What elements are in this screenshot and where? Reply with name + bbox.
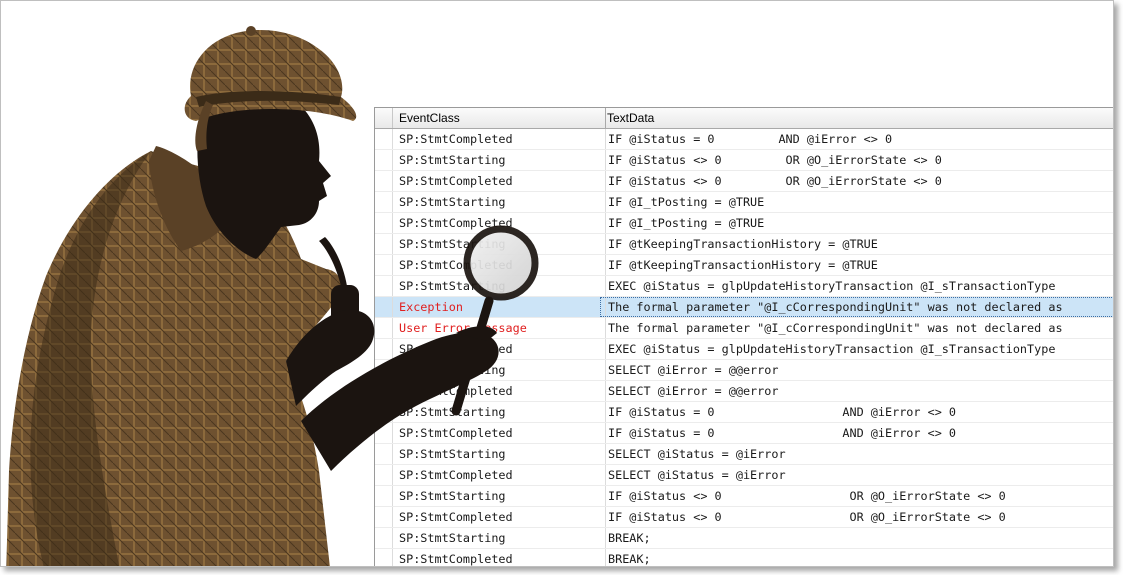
cell-eventclass: SP:StmtStarting	[393, 192, 606, 212]
pipe-icon	[319, 237, 359, 335]
table-row[interactable]: Exception The formal parameter "@I_cCorre…	[375, 297, 1113, 318]
cell-eventclass: SP:StmtStarting	[393, 402, 606, 422]
cell-eventclass: SP:StmtCompleted	[393, 129, 606, 149]
row-gutter[interactable]	[375, 465, 393, 485]
cell-eventclass: SP:StmtCompleted	[393, 339, 606, 359]
table-row[interactable]: SP:StmtStarting SELECT @iError = @@error	[375, 360, 1113, 381]
cell-eventclass: User Error Message	[393, 318, 606, 338]
grid-rows: SP:StmtCompleted IF @iStatus = 0 AND @iEr…	[375, 129, 1113, 566]
row-gutter[interactable]	[375, 549, 393, 566]
cell-textdata: IF @iStatus <> 0 OR @O_iErrorState <> 0	[608, 153, 942, 167]
table-row[interactable]: SP:StmtCompleted EXEC @iStatus = glpUpdat…	[375, 339, 1113, 360]
table-row[interactable]: SP:StmtCompleted IF @iStatus = 0 AND @iEr…	[375, 129, 1113, 150]
row-gutter[interactable]	[375, 444, 393, 464]
table-row[interactable]: SP:StmtCompleted IF @iStatus <> 0 OR @O_i…	[375, 171, 1113, 192]
row-gutter[interactable]	[375, 528, 393, 548]
table-row[interactable]: SP:StmtCompleted IF @iStatus = 0 AND @iEr…	[375, 423, 1113, 444]
table-row[interactable]: SP:StmtCompleted BREAK;	[375, 549, 1113, 566]
table-row[interactable]: SP:StmtCompleted IF @I_tPosting = @TRUE	[375, 213, 1113, 234]
cell-textdata: IF @iStatus <> 0 OR @O_iErrorState <> 0	[608, 510, 1006, 524]
row-gutter[interactable]	[375, 129, 393, 149]
table-row[interactable]: SP:StmtStarting IF @tKeepingTransactionHi…	[375, 234, 1113, 255]
row-gutter[interactable]	[375, 423, 393, 443]
row-gutter[interactable]	[375, 234, 393, 254]
row-gutter[interactable]	[375, 255, 393, 275]
cell-textdata: BREAK;	[608, 531, 651, 545]
cape-collar	[149, 146, 236, 251]
cell-eventclass: SP:StmtStarting	[393, 528, 606, 548]
cell-textdata: SELECT @iError = @@error	[608, 363, 779, 377]
profiler-trace-grid: EventClass TextData SP:StmtCompleted IF @…	[374, 107, 1113, 566]
cell-textdata: IF @iStatus = 0 AND @iError <> 0	[608, 405, 957, 419]
cell-eventclass: SP:StmtCompleted	[393, 549, 606, 566]
arm-with-pipe	[286, 309, 375, 406]
deerstalker-hat-icon	[184, 29, 357, 122]
cell-textdata: The formal parameter "@I_cCorrespondingU…	[600, 297, 1113, 317]
cell-textdata: EXEC @iStatus = glpUpdateHistoryTransact…	[608, 342, 1056, 356]
cell-textdata: IF @tKeepingTransactionHistory = @TRUE	[608, 258, 878, 272]
cell-eventclass: SP:StmtStarting	[393, 276, 606, 296]
cell-textdata: IF @iStatus <> 0 OR @O_iErrorState <> 0	[608, 489, 1006, 503]
table-row[interactable]: SP:StmtCompleted IF @tKeepingTransactionH…	[375, 255, 1113, 276]
cell-textdata: SELECT @iStatus = @iError	[608, 447, 786, 461]
table-row[interactable]: User Error Message The formal parameter "…	[375, 318, 1113, 339]
cell-eventclass: SP:StmtCompleted	[393, 213, 606, 233]
table-row[interactable]: SP:StmtStarting IF @iStatus <> 0 OR @O_iE…	[375, 486, 1113, 507]
table-row[interactable]: SP:StmtCompleted SELECT @iError = @@error	[375, 381, 1113, 402]
column-header-textdata[interactable]: TextData	[600, 108, 1113, 128]
table-row[interactable]: SP:StmtCompleted SELECT @iStatus = @iErro…	[375, 465, 1113, 486]
cell-textdata: IF @iStatus = 0 AND @iError <> 0	[608, 132, 893, 146]
cell-textdata: IF @tKeepingTransactionHistory = @TRUE	[608, 237, 878, 251]
row-gutter[interactable]	[375, 339, 393, 359]
screenshot-frame: EventClass TextData SP:StmtCompleted IF @…	[0, 0, 1114, 567]
row-gutter[interactable]	[375, 171, 393, 191]
cell-textdata: IF @iStatus <> 0 OR @O_iErrorState <> 0	[608, 174, 942, 188]
grid-header: EventClass TextData	[375, 108, 1113, 129]
row-gutter[interactable]	[375, 402, 393, 422]
cell-eventclass: SP:StmtCompleted	[393, 423, 606, 443]
cell-eventclass: SP:StmtStarting	[393, 360, 606, 380]
row-gutter[interactable]	[375, 276, 393, 296]
table-row[interactable]: SP:StmtStarting SELECT @iStatus = @iError	[375, 444, 1113, 465]
cell-textdata: SELECT @iError = @@error	[608, 384, 779, 398]
table-row[interactable]: SP:StmtStarting IF @I_tPosting = @TRUE	[375, 192, 1113, 213]
row-gutter[interactable]	[375, 192, 393, 212]
cell-eventclass: SP:StmtStarting	[393, 486, 606, 506]
row-gutter[interactable]	[375, 486, 393, 506]
table-row[interactable]: SP:StmtCompleted IF @iStatus <> 0 OR @O_i…	[375, 507, 1113, 528]
cell-eventclass: SP:StmtCompleted	[393, 507, 606, 527]
cell-eventclass: SP:StmtStarting	[393, 150, 606, 170]
cell-eventclass: SP:StmtCompleted	[393, 465, 606, 485]
cell-eventclass: SP:StmtCompleted	[393, 381, 606, 401]
row-gutter[interactable]	[375, 150, 393, 170]
cell-textdata: EXEC @iStatus = glpUpdateHistoryTransact…	[608, 279, 1056, 293]
cell-textdata: SELECT @iStatus = @iError	[608, 468, 786, 482]
cell-textdata: BREAK;	[608, 552, 651, 566]
table-row[interactable]: SP:StmtStarting IF @iStatus <> 0 OR @O_iE…	[375, 150, 1113, 171]
header-row-gutter	[375, 108, 393, 128]
coat-shape	[6, 151, 342, 566]
cell-eventclass: SP:StmtStarting	[393, 444, 606, 464]
row-gutter[interactable]	[375, 507, 393, 527]
table-row[interactable]: SP:StmtStarting EXEC @iStatus = glpUpdate…	[375, 276, 1113, 297]
table-row[interactable]: SP:StmtStarting IF @iStatus = 0 AND @iErr…	[375, 402, 1113, 423]
cell-textdata: The formal parameter "@I_cCorrespondingU…	[608, 321, 1063, 335]
row-gutter[interactable]	[375, 297, 393, 317]
table-row[interactable]: SP:StmtStarting BREAK;	[375, 528, 1113, 549]
cell-textdata: IF @I_tPosting = @TRUE	[608, 195, 765, 209]
row-gutter[interactable]	[375, 360, 393, 380]
cell-textdata: IF @iStatus = 0 AND @iError <> 0	[608, 426, 957, 440]
cell-eventclass: SP:StmtCompleted	[393, 171, 606, 191]
row-gutter[interactable]	[375, 318, 393, 338]
column-header-eventclass[interactable]: EventClass	[393, 108, 606, 128]
cell-eventclass: SP:StmtStarting	[393, 234, 606, 254]
cell-eventclass: Exception	[393, 297, 606, 317]
head-silhouette	[197, 87, 331, 259]
row-gutter[interactable]	[375, 381, 393, 401]
row-gutter[interactable]	[375, 213, 393, 233]
cell-eventclass: SP:StmtCompleted	[393, 255, 606, 275]
coat-shadow	[30, 151, 151, 566]
cell-textdata: IF @I_tPosting = @TRUE	[608, 216, 765, 230]
